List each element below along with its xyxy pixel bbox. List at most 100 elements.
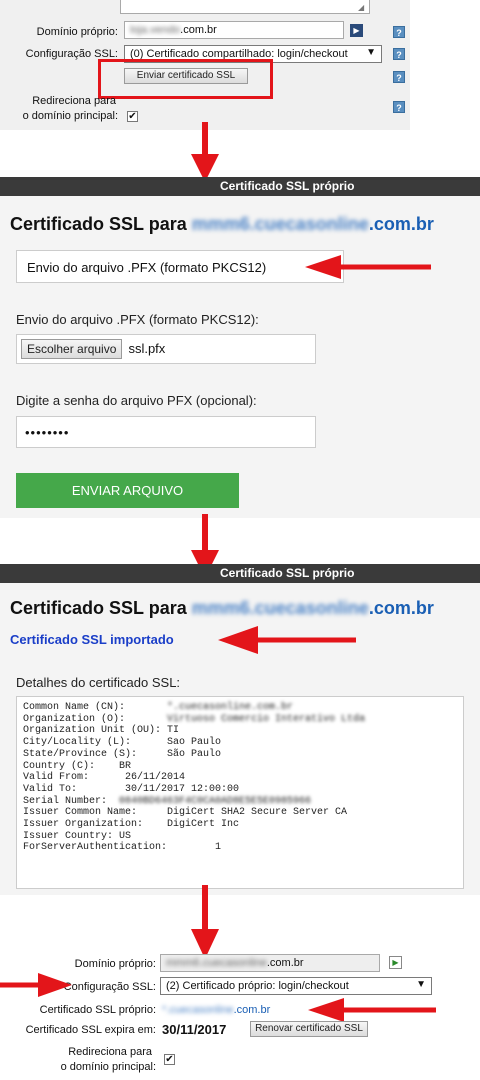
detail-key: Organization (O): bbox=[23, 713, 168, 725]
dominio-label: Domínio próprio: bbox=[36, 26, 118, 38]
detail-value: DigiCert SHA2 Secure Server CA bbox=[167, 807, 348, 819]
format-select[interactable]: Envio do arquivo .PFX (formato PKCS12) bbox=[16, 250, 344, 283]
redirect-checkbox[interactable]: ✔ bbox=[164, 1054, 175, 1065]
cert-heading: Certificado SSL para mmm6.cuecasonline.c… bbox=[10, 214, 434, 235]
detail-key: Serial Number: bbox=[23, 795, 120, 807]
detail-value: TI bbox=[167, 725, 180, 737]
help-icon[interactable]: ? bbox=[393, 71, 405, 83]
password-input[interactable]: •••••••• bbox=[16, 416, 316, 448]
detail-value: DigiCert Inc bbox=[167, 819, 240, 831]
password-value: •••••••• bbox=[25, 425, 70, 440]
detail-value: 0840BD6463F4C0CA0AD8E5E5E0985966 bbox=[119, 795, 312, 807]
submit-button[interactable]: ENVIAR ARQUIVO bbox=[16, 473, 239, 508]
redirect-label-1: Redireciona para bbox=[32, 95, 116, 107]
redirect-label-2: o domínio principal: bbox=[60, 1061, 156, 1073]
left-arrow-icon bbox=[308, 998, 436, 1022]
help-icon[interactable]: ? bbox=[393, 48, 405, 60]
dominio-input[interactable]: loja.vendo.com.br bbox=[124, 21, 344, 39]
dominio-suffix: .com.br bbox=[180, 24, 217, 36]
dominio-blurred: loja.vendo bbox=[130, 24, 181, 36]
down-arrow-icon bbox=[191, 122, 219, 182]
detail-key: State/Province (S): bbox=[23, 748, 168, 760]
redirect-label-1: Redireciona para bbox=[68, 1046, 152, 1058]
config-value: (2) Certificado próprio: login/checkout bbox=[166, 980, 349, 992]
go-button[interactable]: ▶ bbox=[389, 956, 402, 969]
cert-label: Certificado SSL próprio: bbox=[39, 1004, 156, 1016]
heading-domain-suffix: .com.br bbox=[368, 598, 434, 618]
cert-value-blurred: *.cuecasonline bbox=[162, 1004, 234, 1016]
heading-domain-suffix: .com.br bbox=[368, 214, 434, 234]
panel-title: Certificado SSL próprio bbox=[220, 566, 355, 580]
detail-value: BR bbox=[119, 760, 132, 772]
detail-value: US bbox=[119, 830, 132, 842]
go-button[interactable]: ▶ bbox=[350, 24, 363, 37]
cert-heading: Certificado SSL para mmm6.cuecasonline.c… bbox=[10, 598, 434, 619]
detail-key: Country (C): bbox=[23, 760, 120, 772]
down-arrow-icon bbox=[191, 885, 219, 959]
detail-row: Organization (O): Virtuoso Comercio Inte… bbox=[23, 714, 457, 726]
detail-row: Valid To: 30/11/2017 12:00:00 bbox=[23, 784, 457, 796]
heading-domain-blurred: mmm6.cuecasonline bbox=[191, 214, 369, 234]
left-arrow-icon bbox=[218, 626, 356, 654]
detail-key: Issuer Country: bbox=[23, 830, 120, 842]
panel-title-bar: Certificado SSL próprio bbox=[0, 177, 480, 196]
panel-title: Certificado SSL próprio bbox=[220, 179, 355, 193]
detail-key: Issuer Organization: bbox=[23, 819, 168, 831]
detail-row: State/Province (S): São Paulo bbox=[23, 749, 457, 761]
textarea-bottom[interactable] bbox=[120, 0, 370, 14]
cert-value: *.cuecasonline.com.br bbox=[162, 1004, 270, 1016]
renew-button[interactable]: Renovar certificado SSL bbox=[250, 1021, 368, 1037]
detail-row: Valid From: 26/11/2014 bbox=[23, 772, 457, 784]
detail-value: 1 bbox=[215, 842, 222, 854]
dominio-input[interactable]: mmm6.cuecasonline.com.br bbox=[160, 954, 380, 972]
choose-file-button[interactable]: Escolher arquivo bbox=[21, 339, 123, 359]
detail-row: Issuer Common Name: DigiCert SHA2 Secure… bbox=[23, 807, 457, 819]
right-arrow-icon bbox=[0, 973, 72, 997]
detail-row: City/Locality (L): Sao Paulo bbox=[23, 737, 457, 749]
detail-row: Organization Unit (OU): TI bbox=[23, 725, 457, 737]
detail-key: Common Name (CN): bbox=[23, 702, 168, 713]
password-label: Digite a senha do arquivo PFX (opcional)… bbox=[16, 393, 257, 408]
redirect-label-2: o domínio principal: bbox=[22, 110, 118, 122]
detail-value: 26/11/2014 bbox=[125, 772, 186, 784]
dropdown-arrow-icon: ▼ bbox=[416, 979, 426, 990]
detail-key: City/Locality (L): bbox=[23, 737, 168, 749]
detail-value: *.cuecasonline.com.br bbox=[167, 702, 294, 713]
detail-row: ForServerAuthentication: 1 bbox=[23, 842, 457, 854]
file-name: ssl.pfx bbox=[128, 341, 166, 356]
dropdown-arrow-icon: ▼ bbox=[366, 47, 376, 58]
redirect-checkbox[interactable]: ✔ bbox=[127, 111, 138, 122]
detail-key: Issuer Common Name: bbox=[23, 807, 168, 819]
cert-value-suffix: .com.br bbox=[233, 1004, 271, 1016]
left-arrow-icon bbox=[305, 255, 431, 279]
detail-key: Organization Unit (OU): bbox=[23, 725, 168, 737]
file-input[interactable]: Escolher arquivo ssl.pfx bbox=[16, 334, 316, 364]
help-icon[interactable]: ? bbox=[393, 26, 405, 38]
help-icon[interactable]: ? bbox=[393, 101, 405, 113]
detail-row: Issuer Country: US bbox=[23, 831, 457, 843]
detail-key: ForServerAuthentication: bbox=[23, 842, 216, 854]
dominio-suffix: .com.br bbox=[266, 957, 304, 969]
detail-row: Country (C): BR bbox=[23, 761, 457, 773]
detail-row: Issuer Organization: DigiCert Inc bbox=[23, 819, 457, 831]
expira-value: 30/11/2017 bbox=[162, 1022, 227, 1037]
format-select-value: Envio do arquivo .PFX (formato PKCS12) bbox=[27, 260, 267, 275]
detail-value: São Paulo bbox=[167, 748, 222, 760]
heading-prefix: Certificado SSL para bbox=[10, 214, 192, 234]
details-box: Common Name (CN): *.cuecasonline.com.br O… bbox=[16, 696, 464, 889]
detail-value: Virtuoso Comercio Interativo Ltda bbox=[167, 713, 366, 725]
detail-key: Valid From: bbox=[23, 772, 126, 784]
dominio-label: Domínio próprio: bbox=[74, 958, 156, 970]
config-select[interactable]: (2) Certificado próprio: login/checkout … bbox=[160, 977, 432, 995]
resize-grip-icon[interactable]: ◢ bbox=[358, 3, 364, 12]
imported-status: Certificado SSL importado bbox=[10, 632, 174, 647]
heading-prefix: Certificado SSL para bbox=[10, 598, 192, 618]
upload-label: Envio do arquivo .PFX (formato PKCS12): bbox=[16, 312, 259, 327]
detail-key: Valid To: bbox=[23, 783, 126, 795]
dominio-blurred: mmm6.cuecasonline bbox=[166, 957, 267, 969]
heading-domain-blurred: mmm6.cuecasonline bbox=[191, 598, 369, 618]
detail-value: 30/11/2017 12:00:00 bbox=[125, 783, 240, 795]
detail-row: Common Name (CN): *.cuecasonline.com.br bbox=[23, 702, 457, 714]
detail-row: Serial Number: 0840BD6463F4C0CA0AD8E5E5E… bbox=[23, 796, 457, 808]
detail-value: Sao Paulo bbox=[167, 737, 222, 749]
